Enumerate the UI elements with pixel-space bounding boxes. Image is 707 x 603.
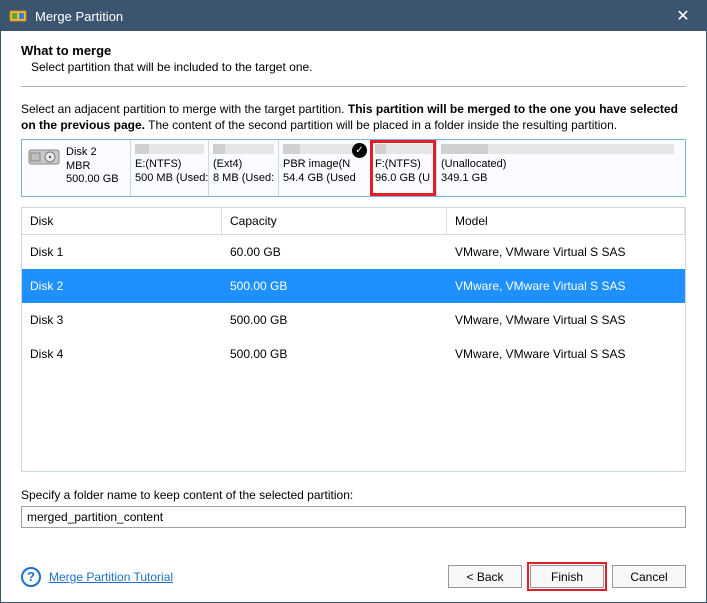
instruction-pre: Select an adjacent partition to merge wi…: [21, 102, 348, 116]
table-row[interactable]: Disk 2500.00 GBVMware, VMware Virtual S …: [22, 269, 685, 303]
cell-model: VMware, VMware Virtual S SAS: [447, 341, 685, 367]
cancel-button[interactable]: Cancel: [612, 565, 686, 588]
footer: ? Merge Partition Tutorial < Back Finish…: [1, 555, 706, 602]
titlebar: Merge Partition ✕: [1, 1, 706, 31]
cell-capacity: 500.00 GB: [222, 273, 447, 299]
partition-2[interactable]: ✓PBR image(N54.4 GB (Used: [278, 140, 370, 196]
finish-button[interactable]: Finish: [530, 565, 604, 588]
cell-model: VMware, VMware Virtual S SAS: [447, 307, 685, 333]
partition-label: F:(NTFS): [375, 158, 432, 171]
folder-name-input[interactable]: [21, 506, 686, 528]
disk-size: 500.00 GB: [66, 173, 119, 186]
disk-map: Disk 2 MBR 500.00 GB E:(NTFS)500 MB (Use…: [21, 139, 686, 197]
partition-label: PBR image(N: [283, 158, 366, 171]
cell-capacity: 60.00 GB: [222, 239, 447, 265]
cell-disk: Disk 4: [22, 341, 222, 367]
th-model[interactable]: Model: [447, 208, 685, 234]
table-row[interactable]: Disk 160.00 GBVMware, VMware Virtual S S…: [22, 235, 685, 269]
partition-0[interactable]: E:(NTFS)500 MB (Used:: [130, 140, 208, 196]
instruction-text: Select an adjacent partition to merge wi…: [21, 101, 686, 133]
page-heading: What to merge: [21, 43, 686, 58]
partition-sub: 96.0 GB (U: [375, 172, 432, 185]
partition-label: E:(NTFS): [135, 158, 204, 171]
cell-capacity: 500.00 GB: [222, 307, 447, 333]
merge-partition-dialog: Merge Partition ✕ What to merge Select p…: [0, 0, 707, 603]
table-row[interactable]: Disk 4500.00 GBVMware, VMware Virtual S …: [22, 337, 685, 371]
cell-model: VMware, VMware Virtual S SAS: [447, 239, 685, 265]
cell-capacity: 500.00 GB: [222, 341, 447, 367]
partition-label: (Ext4): [213, 158, 274, 171]
table-row[interactable]: Disk 3500.00 GBVMware, VMware Virtual S …: [22, 303, 685, 337]
disk-type: MBR: [66, 160, 119, 173]
instruction-post: The content of the second partition will…: [145, 118, 617, 132]
partition-label: (Unallocated): [441, 158, 674, 171]
cell-disk: Disk 3: [22, 307, 222, 333]
check-icon: ✓: [352, 143, 367, 158]
cell-model: VMware, VMware Virtual S SAS: [447, 273, 685, 299]
partition-sub: 8 MB (Used:: [213, 172, 274, 185]
disk-table: Disk Capacity Model Disk 160.00 GBVMware…: [21, 207, 686, 472]
partition-sub: 500 MB (Used:: [135, 172, 204, 185]
th-disk[interactable]: Disk: [22, 208, 222, 234]
hdd-icon: [28, 146, 60, 168]
page-subheading: Select partition that will be included t…: [21, 60, 686, 74]
back-button[interactable]: < Back: [448, 565, 522, 588]
cell-disk: Disk 2: [22, 273, 222, 299]
disk-label: Disk 2 MBR 500.00 GB: [22, 140, 130, 196]
app-icon: [9, 7, 27, 25]
disk-name: Disk 2: [66, 146, 119, 159]
window-title: Merge Partition: [35, 9, 668, 24]
partition-4[interactable]: (Unallocated)349.1 GB: [436, 140, 678, 196]
partition-3[interactable]: F:(NTFS)96.0 GB (U: [370, 140, 436, 196]
close-button[interactable]: ✕: [668, 1, 698, 31]
table-header: Disk Capacity Model: [22, 208, 685, 235]
help-icon[interactable]: ?: [21, 567, 41, 587]
partition-sub: 54.4 GB (Used: [283, 172, 366, 185]
folder-label: Specify a folder name to keep content of…: [21, 488, 686, 502]
cell-disk: Disk 1: [22, 239, 222, 265]
divider: [21, 86, 686, 87]
tutorial-link[interactable]: Merge Partition Tutorial: [49, 570, 440, 584]
partition-1[interactable]: (Ext4)8 MB (Used:: [208, 140, 278, 196]
th-capacity[interactable]: Capacity: [222, 208, 447, 234]
partition-sub: 349.1 GB: [441, 172, 674, 185]
